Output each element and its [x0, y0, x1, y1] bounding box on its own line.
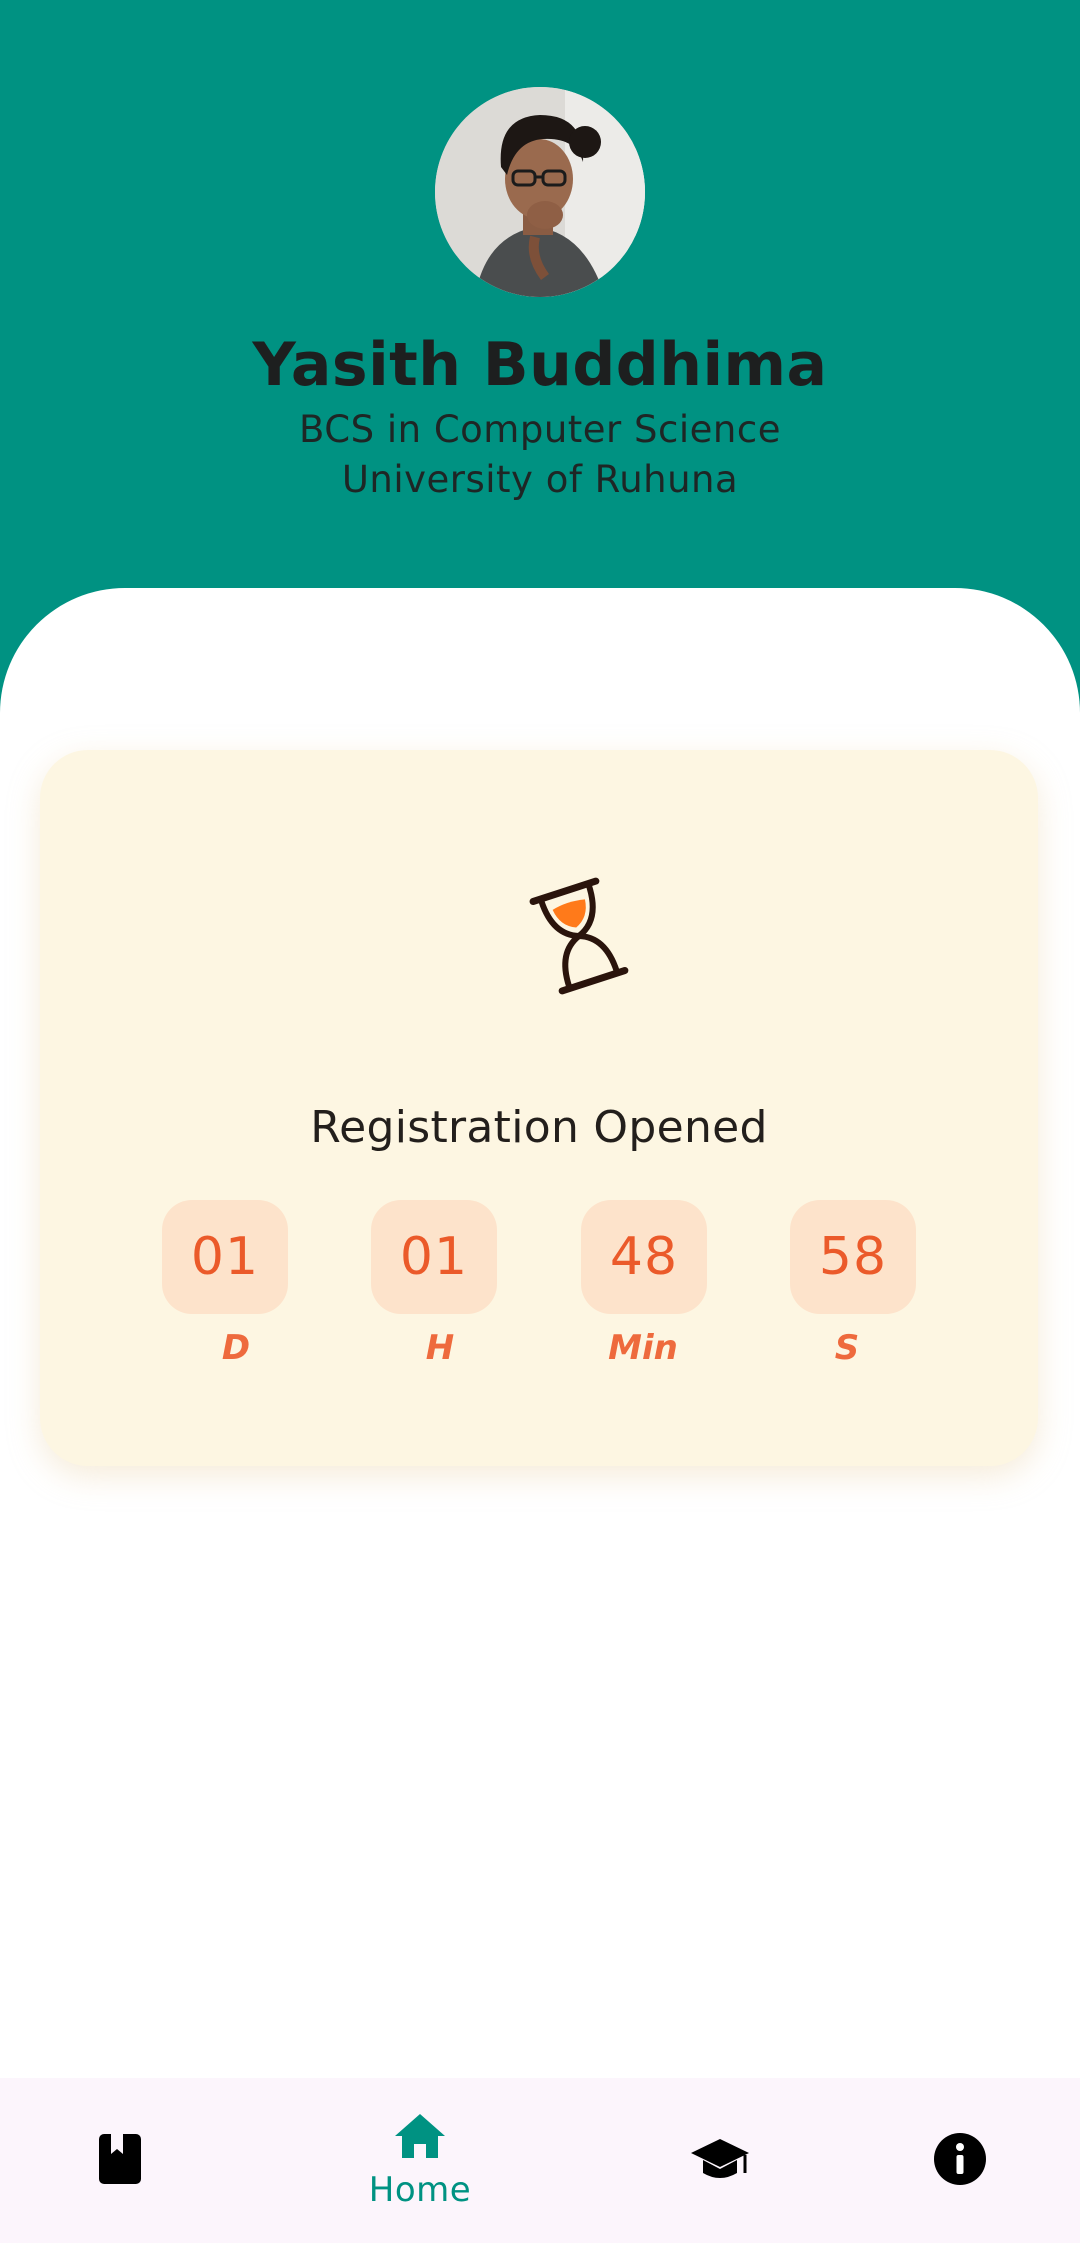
avatar — [435, 87, 645, 297]
days-value: 01 — [162, 1200, 288, 1314]
hours-label: H — [425, 1328, 455, 1368]
nav-item-academics[interactable] — [670, 2078, 770, 2243]
book-icon — [97, 2132, 143, 2190]
hourglass-icon — [518, 875, 640, 997]
graduation-cap-icon — [689, 2135, 751, 2187]
countdown-title: Registration Opened — [310, 1102, 768, 1153]
nav-item-courses[interactable] — [70, 2078, 170, 2243]
nav-label-home: Home — [368, 2169, 472, 2210]
info-icon — [933, 2132, 987, 2190]
nav-item-home[interactable]: Home — [340, 2078, 500, 2243]
seconds-label: S — [834, 1328, 860, 1368]
hours-value: 01 — [371, 1200, 497, 1314]
minutes-label: Min — [608, 1328, 678, 1368]
profile-university: University of Ruhuna — [341, 458, 739, 501]
home-icon — [393, 2112, 447, 2164]
minutes-value: 48 — [581, 1200, 707, 1314]
days-label: D — [221, 1328, 251, 1368]
seconds-value: 58 — [790, 1200, 916, 1314]
bottom-navigation: Home — [0, 2078, 1080, 2243]
profile-name: Yasith Buddhima — [252, 330, 828, 400]
countdown-card: Registration Opened 01 01 48 58 D H Min … — [40, 750, 1038, 1466]
profile-degree: BCS in Computer Science — [299, 408, 781, 451]
nav-item-about[interactable] — [910, 2078, 1010, 2243]
